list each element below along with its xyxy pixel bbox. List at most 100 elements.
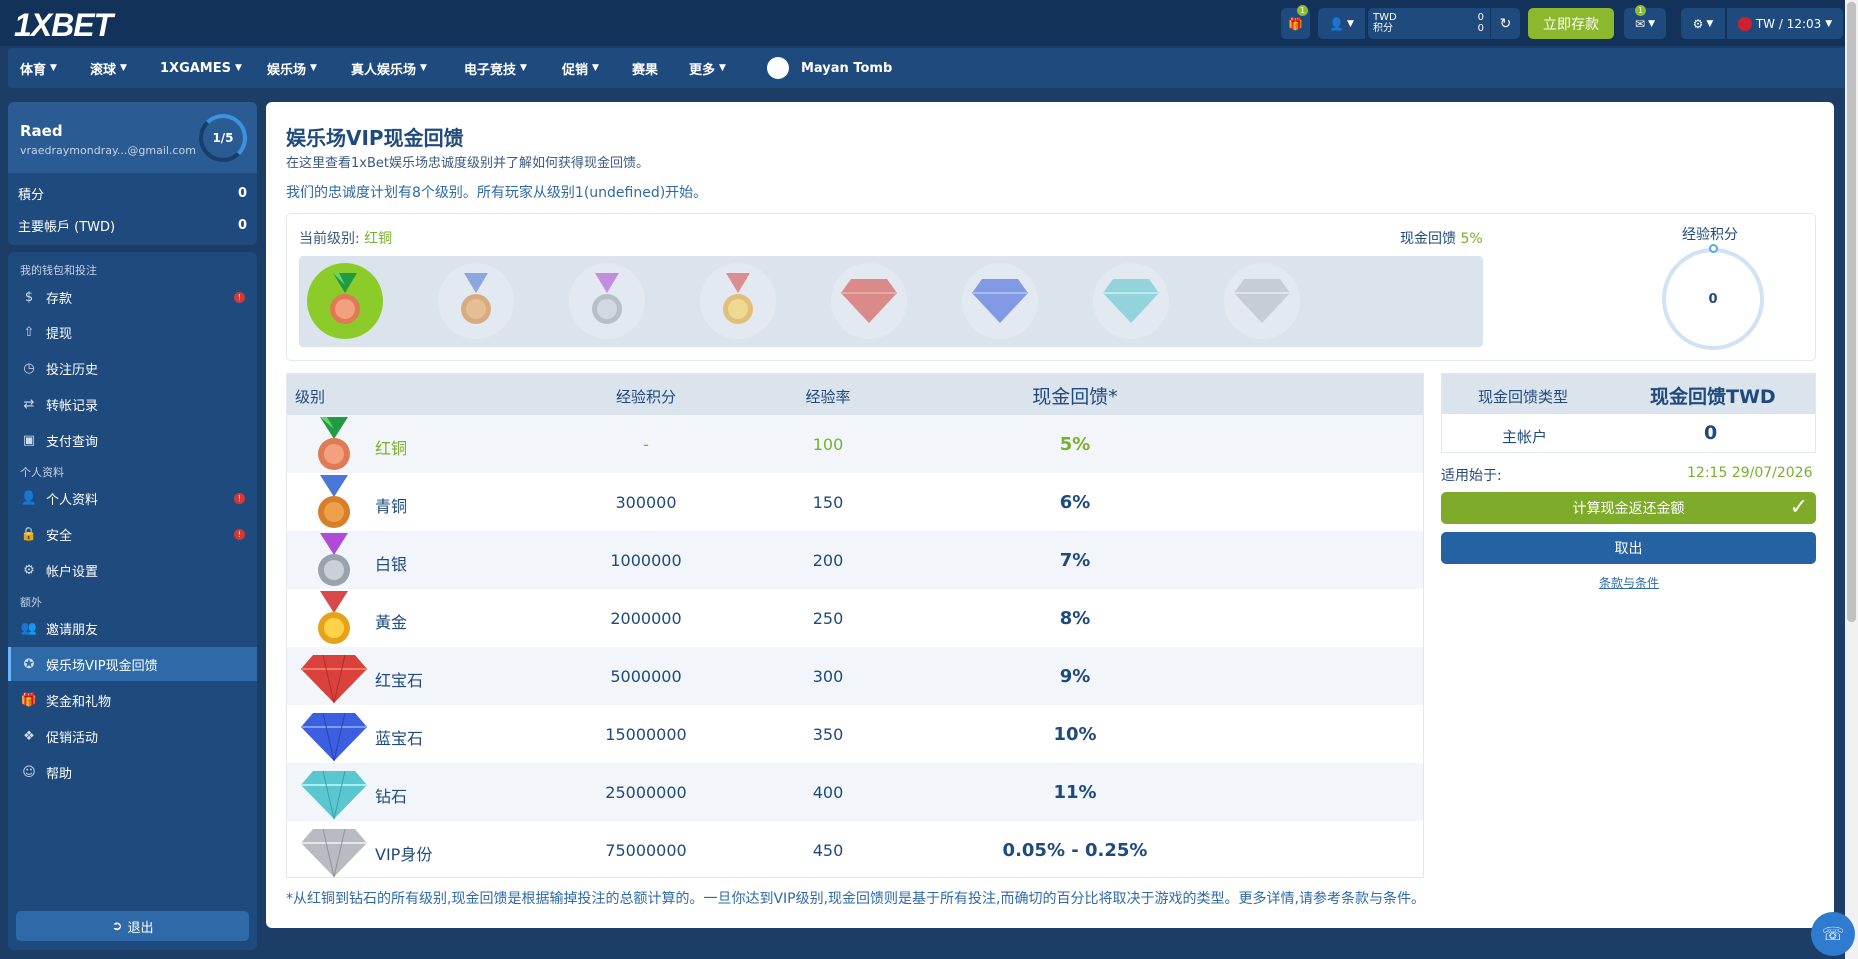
sidebar-item-vip-cashback[interactable]: ✪ 娱乐场VIP现金回馈 xyxy=(8,647,257,681)
page-scrollbar[interactable] xyxy=(1845,0,1858,959)
level-rate: 150 xyxy=(812,493,844,512)
chevron-down-icon: ▼ xyxy=(310,63,317,73)
level-rate: 200 xyxy=(812,551,844,570)
user-card: Raed vraedraymondray...@gmail.com 1/5 積分… xyxy=(8,102,257,245)
track-silver-medal-icon xyxy=(569,263,645,339)
gift-button[interactable]: 🎁 1 xyxy=(1281,5,1310,39)
sidebar-item-invite-friends[interactable]: 👥 邀请朋友 xyxy=(8,611,257,645)
table-row: 钻石 25000000 400 11% xyxy=(287,763,1423,821)
level-rate: 400 xyxy=(812,783,844,802)
header-level: 级别 xyxy=(295,388,326,406)
sapphire-gem-icon xyxy=(301,712,367,762)
balance-points: 0 xyxy=(1477,23,1484,34)
track-diamond-gem-icon xyxy=(1093,263,1169,339)
sidebar-item-label: 转帐记录 xyxy=(46,398,99,414)
logout-label: 退出 xyxy=(127,920,154,936)
valid-from-value: 12:15 29/07/2026 xyxy=(1687,465,1813,481)
nav-1xgames[interactable]: 1XGAMES ▼ xyxy=(160,48,242,88)
terms-link[interactable]: 条款与条件 xyxy=(1599,574,1659,591)
dollar-icon: $ xyxy=(24,289,34,305)
level-cashback: 5% xyxy=(1059,434,1091,455)
messages-button[interactable]: ✉ ▼ 1 xyxy=(1624,5,1666,39)
nav-label: 更多 xyxy=(689,62,716,78)
sidebar-item-transfers[interactable]: ⇄ 转帐记录 xyxy=(8,387,257,421)
sidebar-item-promotions[interactable]: ❖ 促销活动 xyxy=(8,719,257,753)
level-rate: 350 xyxy=(812,725,844,744)
nav-promo[interactable]: 促销 ▼ xyxy=(562,48,599,88)
payment-query-icon: ▣ xyxy=(22,432,36,448)
sidebar-item-label: 提现 xyxy=(46,326,73,342)
top-header: 1XBET 🎁 1 👤 ▼ TWD 积分 0 0 ↻ 立即存款 ✉ ▼ 1 ⚙ … xyxy=(0,0,1858,46)
chevron-down-icon: ▼ xyxy=(234,63,242,73)
nav-label: 体育 xyxy=(20,62,47,78)
track-ruby-gem-icon xyxy=(831,263,907,339)
xp-progress-dot xyxy=(1709,244,1718,253)
nav-casino[interactable]: 娱乐场 ▼ xyxy=(267,48,317,88)
cashback-type-label: 现金回馈类型 xyxy=(1478,388,1569,406)
balance-widget[interactable]: TWD 积分 0 0 ↻ xyxy=(1368,8,1520,39)
account-menu-button[interactable]: 👤 ▼ xyxy=(1318,8,1365,39)
withdraw-cashback-button[interactable]: 取出 xyxy=(1441,532,1816,564)
brand-logo[interactable]: 1XBET xyxy=(14,7,113,44)
sidebar-item-bonuses[interactable]: 🎁 奖金和礼物 xyxy=(8,683,257,717)
logout-button[interactable]: ➲ 退出 xyxy=(16,911,249,941)
chevron-down-icon: ▼ xyxy=(1347,18,1354,29)
level-rate: 100 xyxy=(812,435,844,454)
current-level: 当前级别: 红铜 xyxy=(299,228,392,248)
sidebar-item-security[interactable]: 🔒 安全 ! xyxy=(8,517,257,551)
sidebar-item-account-settings[interactable]: ⚙ 帐户设置 xyxy=(8,553,257,587)
scrollbar-thumb[interactable] xyxy=(1847,2,1856,622)
current-level-value: 红铜 xyxy=(364,231,393,247)
locale-time-selector[interactable]: TW / 12:03 ▼ xyxy=(1727,8,1843,39)
level-xp: - xyxy=(643,435,649,454)
vip-icon: ✪ xyxy=(23,656,35,672)
main-account-value: 0 xyxy=(237,217,247,233)
page-subtitle: 在这里查看1xBet娱乐场忠诚度级别并了解如何获得现金回馈。 xyxy=(286,156,649,171)
header-rate: 经验率 xyxy=(805,388,851,406)
support-chat-button[interactable]: ☏ xyxy=(1811,912,1855,956)
chevron-down-icon: ▼ xyxy=(1825,18,1833,29)
deposit-button[interactable]: 立即存款 xyxy=(1528,8,1614,39)
level-progress-ring[interactable]: 1/5 xyxy=(199,114,247,162)
points-label: 積分 xyxy=(18,187,45,203)
nav-live-casino[interactable]: 真人娱乐场 ▼ xyxy=(351,48,427,88)
nav-sports[interactable]: 体育 ▼ xyxy=(20,48,57,88)
balance-currency: TWD xyxy=(1373,12,1397,23)
settings-button[interactable]: ⚙ ▼ xyxy=(1681,8,1725,39)
mail-badge: 1 xyxy=(1635,5,1646,16)
cashback-type-header: 现金回馈类型 现金回馈TWD xyxy=(1442,374,1815,414)
nav-featured-game[interactable]: Mayan Tomb xyxy=(767,48,892,88)
section-profile-title: 个人资料 xyxy=(20,466,64,479)
sidebar-item-label: 促销活动 xyxy=(46,730,99,746)
nav-label: 电子竞技 xyxy=(464,62,517,78)
calculate-cashback-button[interactable]: 计算现金返还金额 ✓ xyxy=(1441,492,1816,524)
level-name: 红铜 xyxy=(375,439,408,458)
balance-money: 0 xyxy=(1477,12,1484,23)
sidebar-item-label: 娱乐场VIP现金回馈 xyxy=(46,658,158,674)
sidebar-item-bet-history[interactable]: ◷ 投注历史 xyxy=(8,351,257,385)
nav-live[interactable]: 滚球 ▼ xyxy=(90,48,127,88)
sidebar-item-deposit[interactable]: $ 存款 ! xyxy=(8,280,257,314)
sidebar-item-profile[interactable]: 👤 个人资料 ! xyxy=(8,481,257,515)
sidebar-item-label: 支付查询 xyxy=(46,434,99,450)
level-xp: 25000000 xyxy=(605,783,687,802)
sidebar-item-withdraw[interactable]: ⇧ 提现 xyxy=(8,315,257,349)
sidebar-item-help[interactable]: ☺ 帮助 xyxy=(8,755,257,789)
sidebar-item-payment-query[interactable]: ▣ 支付查询 xyxy=(8,423,257,457)
chevron-down-icon: ▼ xyxy=(520,63,527,73)
chevron-down-icon: ▼ xyxy=(592,63,599,73)
silver-medal-icon xyxy=(318,533,350,586)
refresh-icon[interactable]: ↻ xyxy=(1490,8,1520,39)
track-copper-medal-icon xyxy=(307,263,383,339)
level-cashback: 9% xyxy=(1059,666,1091,687)
header-xp: 经验积分 xyxy=(615,388,677,406)
nav-label: 滚球 xyxy=(90,62,117,78)
gift-badge: 1 xyxy=(1297,5,1308,16)
nav-more[interactable]: 更多 ▼ xyxy=(689,48,726,88)
nav-esports[interactable]: 电子竞技 ▼ xyxy=(464,48,527,88)
nav-results[interactable]: 赛果 xyxy=(632,48,658,88)
level-rate: 250 xyxy=(812,609,844,628)
table-row: 黃金 2000000 250 8% xyxy=(287,589,1423,647)
warning-icon: ! xyxy=(234,492,245,504)
level-rate: 450 xyxy=(812,841,844,860)
